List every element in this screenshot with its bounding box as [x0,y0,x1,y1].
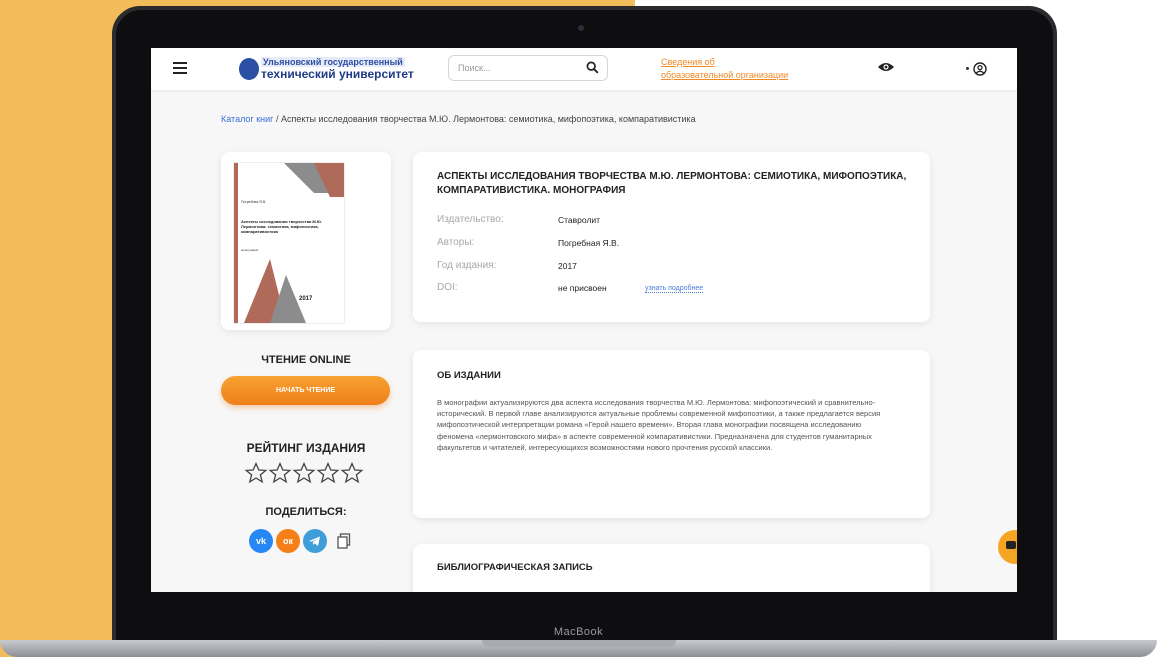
laptop-base-notch [482,640,676,647]
authors-value: Погребная Я.В. [558,238,620,248]
about-text: В монографии актуализируются два аспекта… [437,398,881,452]
logo-line-1: Ульяновский государственный [261,57,405,67]
chat-button[interactable] [998,530,1017,564]
org-info-link-line-1: Сведения об [661,57,715,67]
breadcrumb-current: Аспекты исследования творчества М.Ю. Лер… [280,114,696,124]
logo-emblem-icon [239,58,259,80]
rating-heading: РЕЙТИНГ ИЗДАНИЯ [246,441,366,455]
read-online-heading: ЧТЕНИЕ ONLINE [261,354,351,366]
doi-more-link[interactable]: узнать подробнее [645,285,704,293]
year-value: 2017 [558,261,577,271]
search-placeholder: Поиск... [458,63,491,73]
book-cover-image[interactable]: Погребная Я.В. Аспекты исследования твор… [233,162,345,324]
bibliography-card: БИБЛИОГРАФИЧЕСКАЯ ЗАПИСЬ [413,544,930,592]
about-heading: ОБ ИЗДАНИИ [437,370,501,381]
about-card: ОБ ИЗДАНИИ В монографии актуализируются … [413,350,930,518]
star-icon[interactable] [268,461,292,485]
university-logo[interactable]: Ульяновский государственный технический … [239,57,414,81]
telegram-icon[interactable] [303,529,327,553]
user-icon[interactable] [973,62,987,76]
publisher-value: Ставролит [558,215,601,225]
browser-screen: Ульяновский государственный технический … [151,48,1017,592]
share-heading: ПОДЕЛИТЬСЯ: [265,506,347,518]
hamburger-menu-icon[interactable] [173,62,187,77]
cover-subtitle: монография [241,248,259,252]
chat-icon [1006,541,1016,549]
search-icon[interactable] [586,61,599,74]
star-icon[interactable] [292,461,316,485]
cover-author: Погребная Я.В. [241,200,267,204]
doi-label: DOI: [437,282,458,293]
star-icon[interactable] [316,461,340,485]
breadcrumb-separator: / [275,114,279,124]
star-icon[interactable] [340,461,364,485]
camera-icon [578,25,584,31]
odnoklassniki-icon[interactable]: ок [276,529,300,553]
copy-icon[interactable] [332,529,356,553]
cover-decoration [234,163,344,323]
notification-dot-icon [966,67,969,70]
vk-icon[interactable]: vk [249,529,273,553]
authors-label: Авторы: [437,237,475,248]
eye-icon[interactable] [877,61,895,73]
laptop-brand-label: MacBook [553,626,604,638]
logo-line-2: технический университет [261,67,414,81]
site-header: Ульяновский государственный технический … [151,48,1017,90]
org-info-link-line-2: образовательной организации [661,70,789,80]
breadcrumb-catalog-link[interactable]: Каталог книг [221,114,273,124]
cover-year: 2017 [299,296,313,302]
book-cover-card: Погребная Я.В. Аспекты исследования твор… [221,152,391,330]
year-label: Год издания: [437,260,497,271]
bibliography-heading: БИБЛИОГРАФИЧЕСКАЯ ЗАПИСЬ [437,562,593,573]
start-reading-button[interactable]: НАЧАТЬ ЧТЕНИЕ [221,376,390,405]
org-info-link[interactable]: Сведения об образовательной организации [661,56,788,82]
cover-title: Аспекты исследования творчества М.Ю. Лер… [241,219,322,234]
search-input[interactable]: Поиск... [448,55,608,81]
breadcrumb: Каталог книг / Аспекты исследования твор… [221,114,696,124]
book-title: АСПЕКТЫ ИССЛЕДОВАНИЯ ТВОРЧЕСТВА М.Ю. ЛЕР… [437,171,907,196]
doi-value: не присвоен [558,283,607,293]
book-info-card: АСПЕКТЫ ИССЛЕДОВАНИЯ ТВОРЧЕСТВА М.Ю. ЛЕР… [413,152,930,322]
star-icon[interactable] [244,461,268,485]
rating-stars[interactable] [244,461,374,490]
publisher-label: Издательство: [437,214,504,225]
